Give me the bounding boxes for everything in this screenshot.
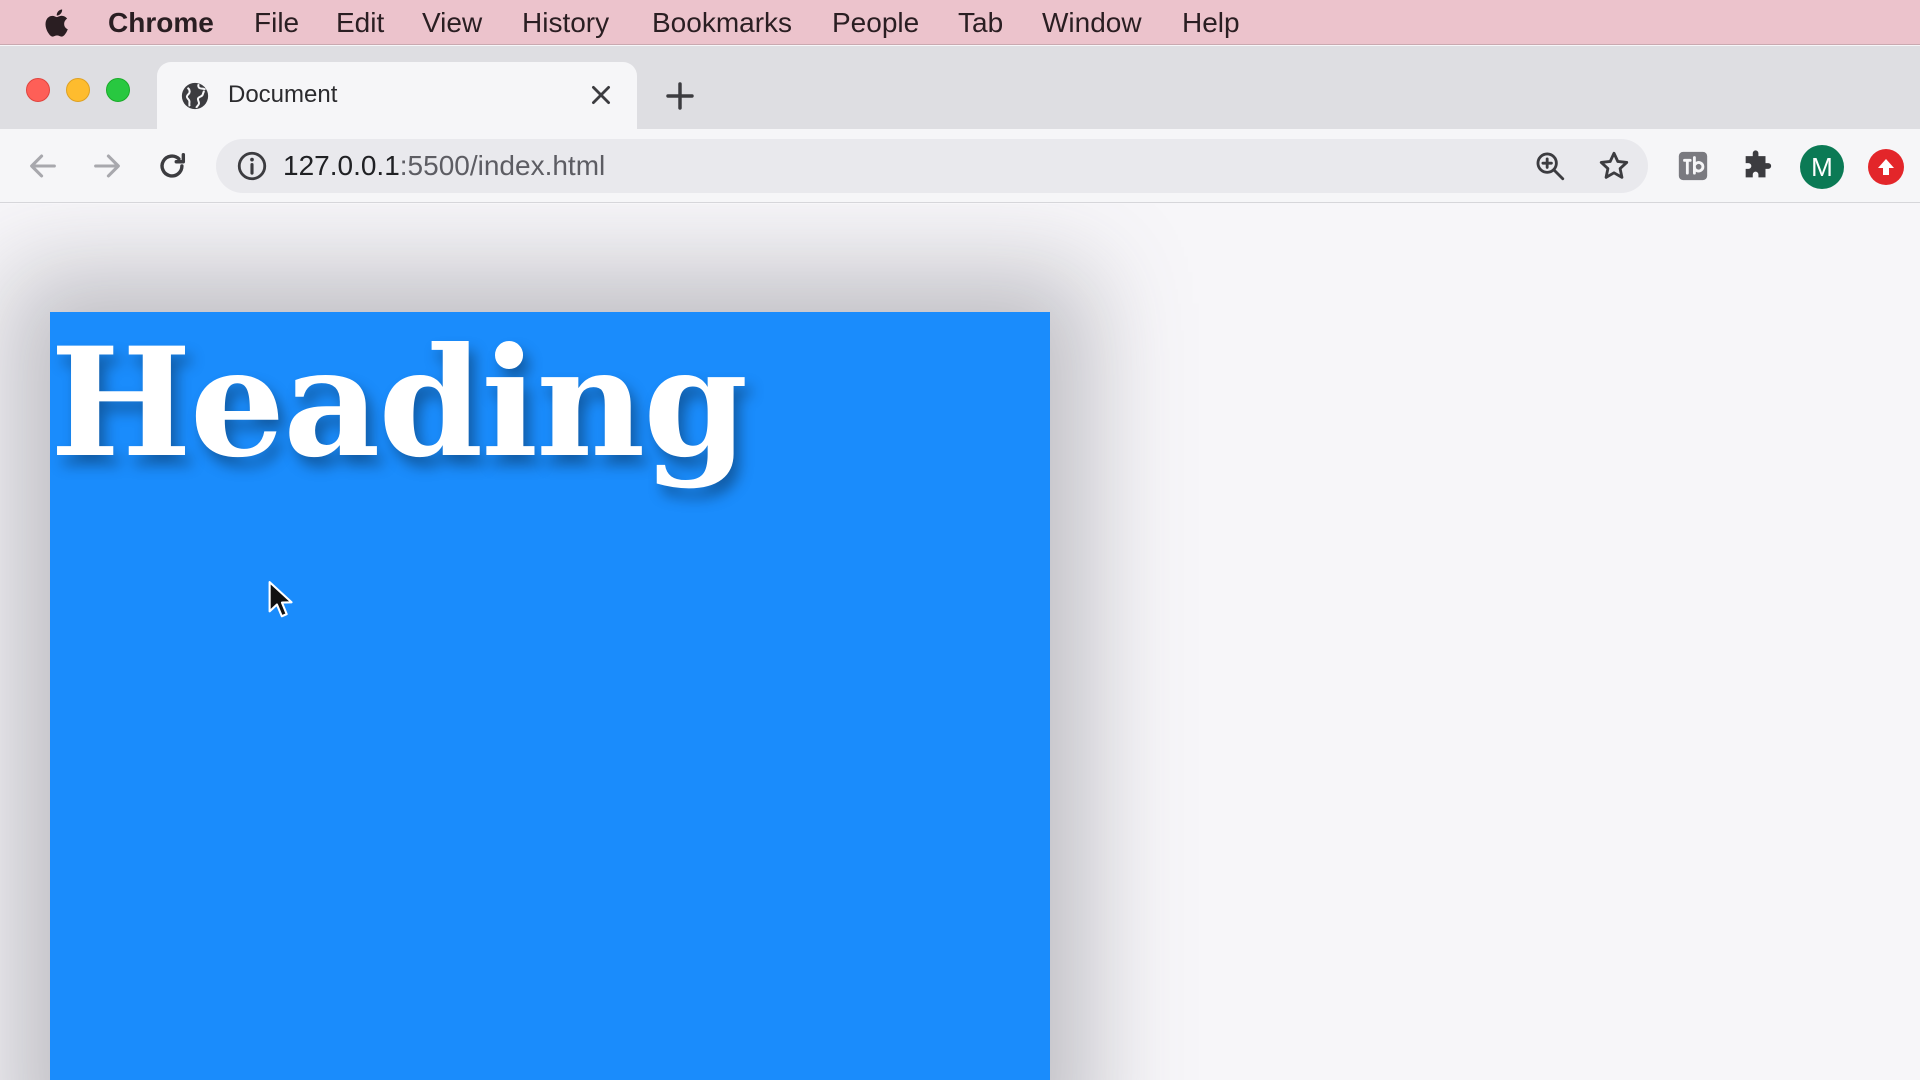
close-window-button[interactable] — [26, 78, 50, 102]
page-heading: Heading — [50, 315, 748, 491]
reload-icon[interactable] — [155, 149, 189, 183]
menu-help[interactable]: Help — [1182, 0, 1240, 45]
zoom-icon[interactable] — [1533, 149, 1567, 183]
maximize-window-button[interactable] — [106, 78, 130, 102]
macos-menu-bar: Chrome File Edit View History Bookmarks … — [0, 0, 1920, 45]
menu-window[interactable]: Window — [1042, 0, 1142, 45]
page-viewport: Heading — [0, 204, 1920, 1080]
forward-arrow-icon[interactable] — [90, 149, 124, 183]
menu-edit[interactable]: Edit — [336, 0, 384, 45]
menu-app-chrome[interactable]: Chrome — [108, 0, 214, 45]
menu-people[interactable]: People — [832, 0, 919, 45]
minimize-window-button[interactable] — [66, 78, 90, 102]
back-arrow-icon[interactable] — [26, 149, 60, 183]
new-tab-plus-icon[interactable] — [664, 80, 696, 112]
site-info-icon[interactable] — [235, 149, 269, 183]
menu-history[interactable]: History — [522, 0, 609, 45]
update-badge[interactable] — [1868, 149, 1904, 185]
extensions-puzzle-icon[interactable] — [1740, 149, 1774, 183]
url-text[interactable]: 127.0.0.1:5500/index.html — [283, 149, 605, 183]
menu-view[interactable]: View — [422, 0, 482, 45]
menu-file[interactable]: File — [254, 0, 299, 45]
profile-avatar[interactable]: M — [1800, 145, 1844, 189]
url-path: :5500/index.html — [399, 150, 606, 181]
globe-icon — [181, 82, 209, 110]
tab-title: Document — [228, 81, 338, 108]
blue-container: Heading — [50, 312, 1050, 1080]
extension-tb-icon[interactable] — [1676, 149, 1710, 183]
mouse-cursor-icon — [268, 581, 293, 618]
bookmark-star-icon[interactable] — [1597, 149, 1631, 183]
apple-logo-icon[interactable] — [42, 8, 70, 38]
arrow-up-icon — [1878, 159, 1894, 175]
url-host: 127.0.0.1 — [283, 150, 400, 181]
menu-bookmarks[interactable]: Bookmarks — [652, 0, 792, 45]
menu-tab[interactable]: Tab — [958, 0, 1003, 45]
close-icon[interactable] — [588, 82, 614, 108]
